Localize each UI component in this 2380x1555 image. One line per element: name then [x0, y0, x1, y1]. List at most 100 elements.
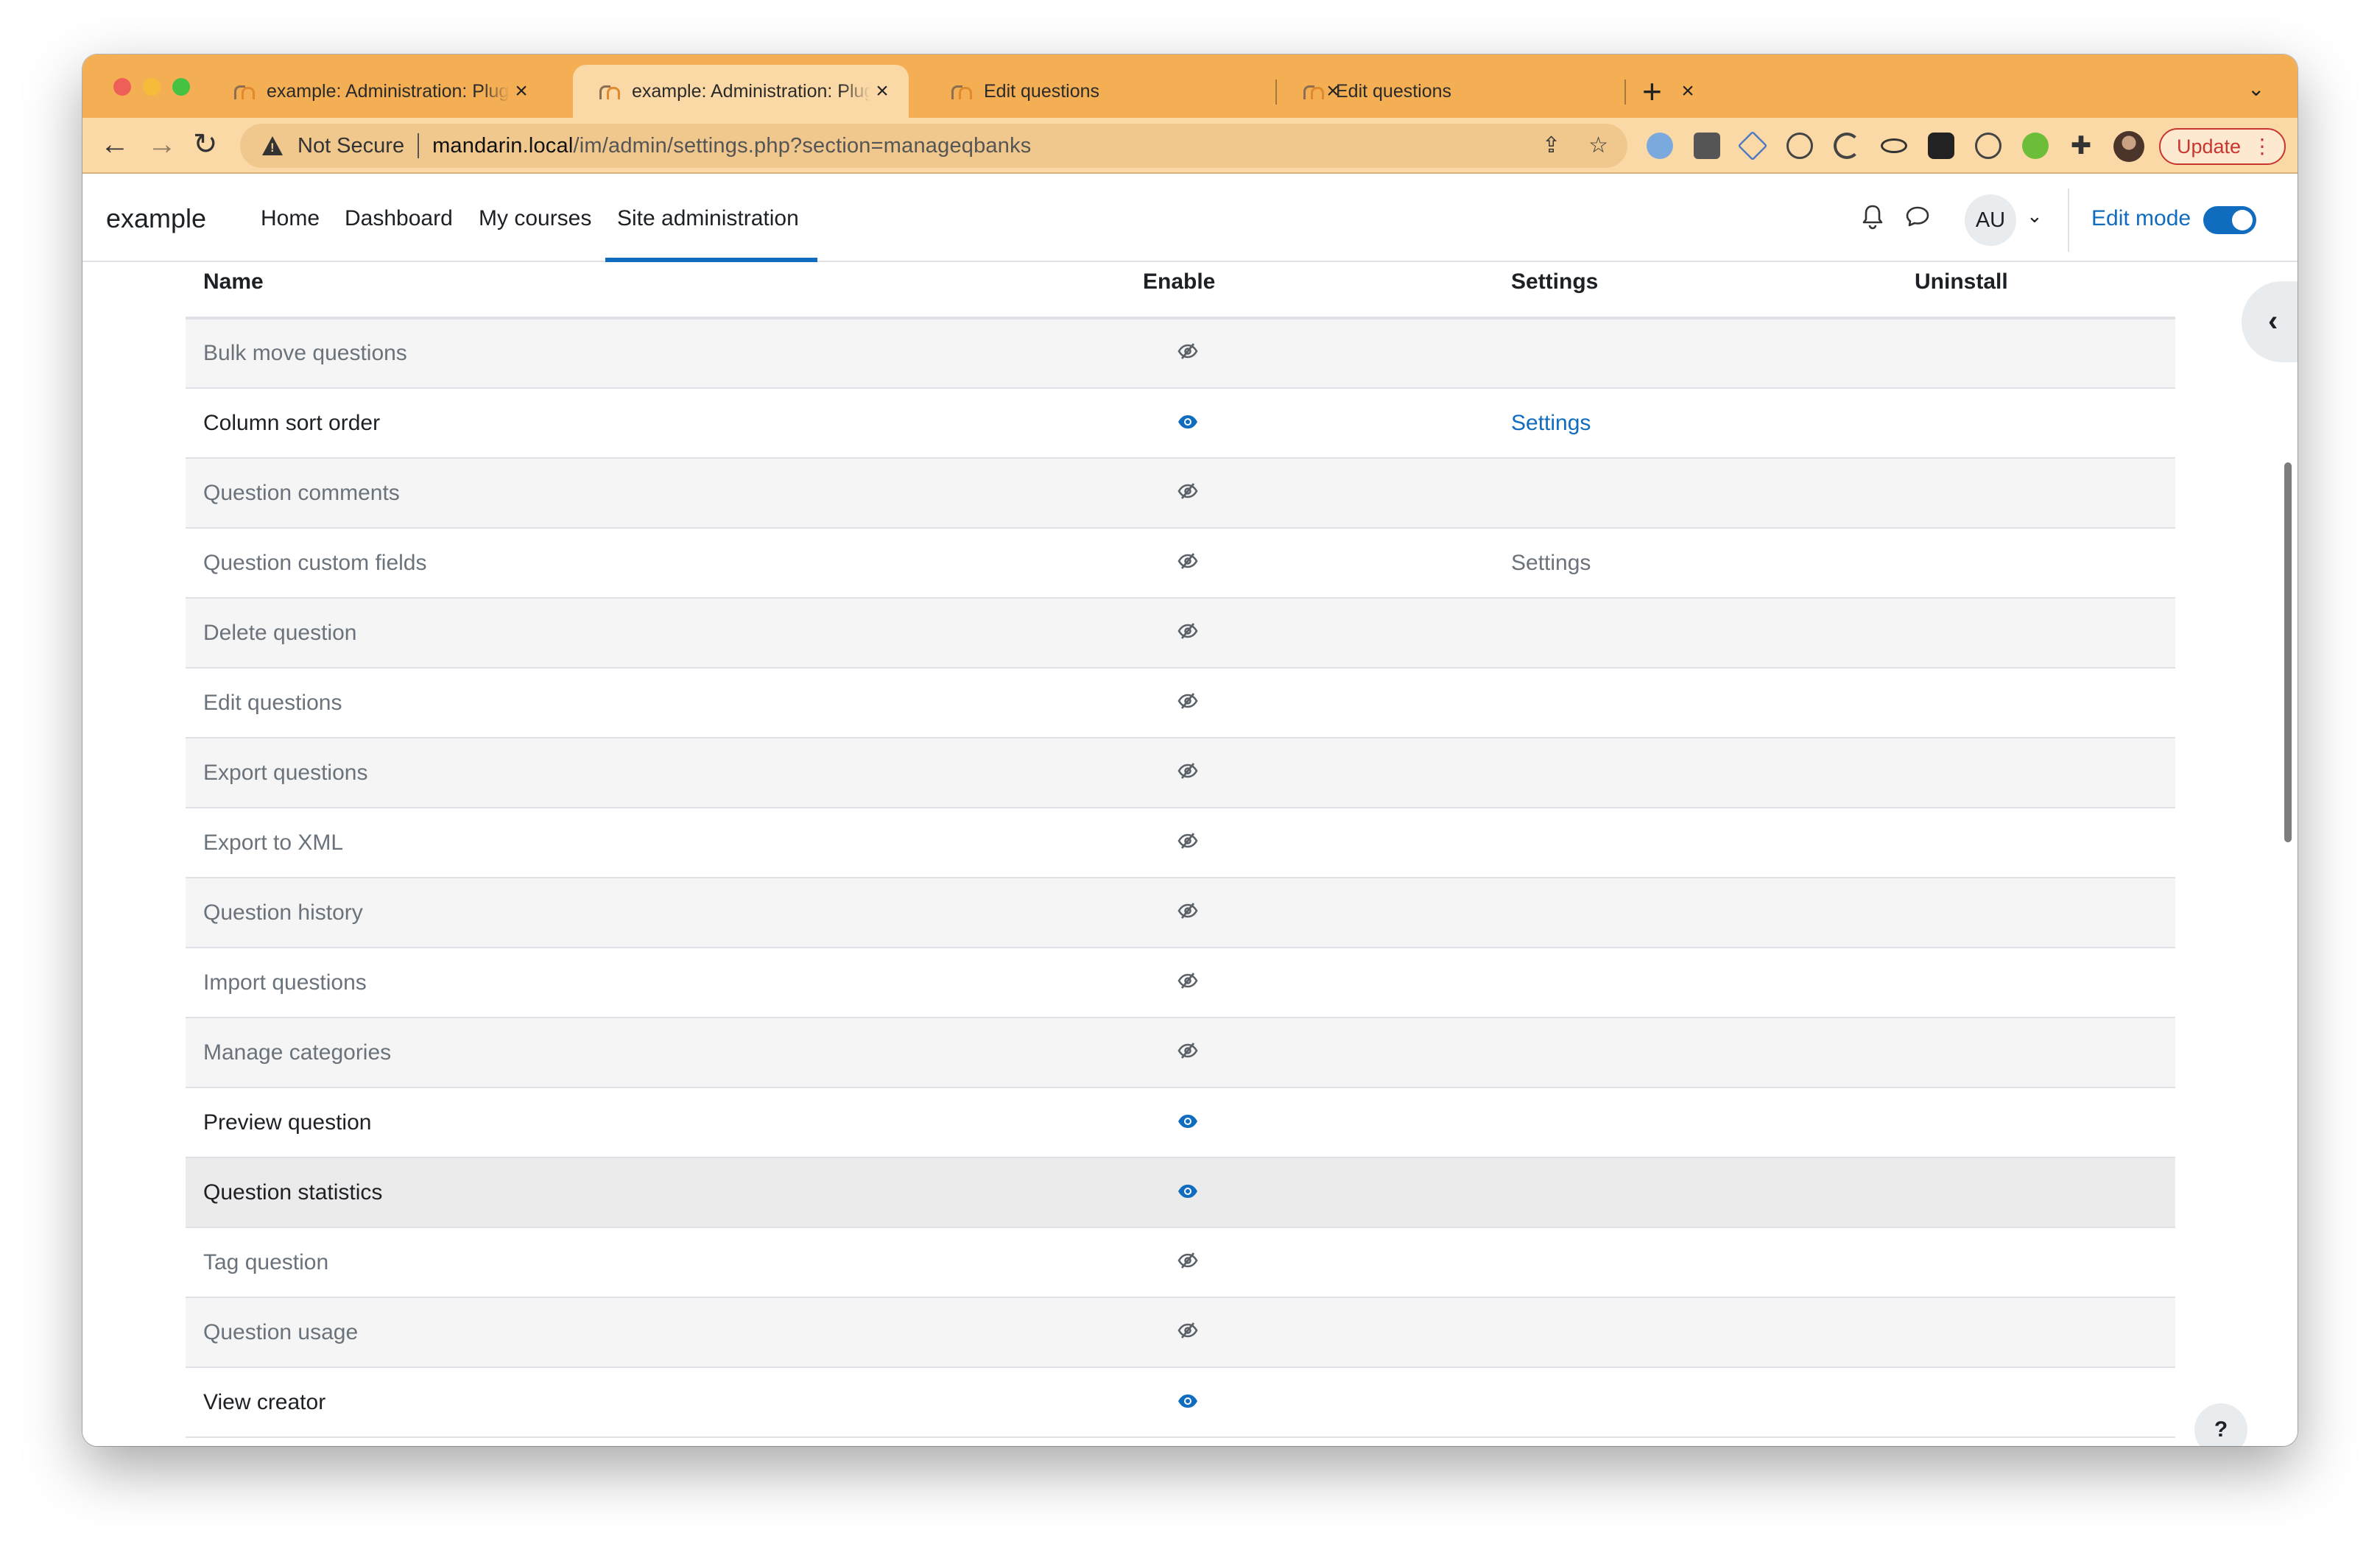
- plugin-name: Column sort order: [186, 388, 1143, 459]
- browser-tab-2-active[interactable]: example: Administration: Plugi ×: [573, 65, 909, 118]
- moodle-favicon-icon: [598, 82, 620, 100]
- eye-icon[interactable]: [1177, 411, 1511, 436]
- tab-close-icon[interactable]: ×: [870, 79, 894, 104]
- column-header-settings: Settings: [1511, 264, 1915, 320]
- eye-slash-icon[interactable]: [1177, 1250, 1511, 1275]
- enable-cell: [1143, 878, 1511, 948]
- maximize-window-button[interactable]: [172, 78, 190, 96]
- eye-slash-icon[interactable]: [1177, 481, 1511, 506]
- tab-close-icon[interactable]: ×: [510, 79, 533, 104]
- back-arrow-icon[interactable]: ←: [100, 127, 130, 162]
- enable-cell: [1143, 528, 1511, 599]
- eye-icon[interactable]: [1177, 1180, 1511, 1205]
- site-brand[interactable]: example: [106, 203, 206, 234]
- tab-search-chevron-icon[interactable]: ⌄: [2247, 77, 2264, 101]
- eye-slash-icon[interactable]: [1177, 970, 1511, 995]
- tab-separator: [1624, 80, 1626, 105]
- eye-slash-icon[interactable]: [1177, 551, 1511, 576]
- enable-cell: [1143, 388, 1511, 459]
- open-drawer-button[interactable]: ‹: [2242, 281, 2298, 362]
- eye-slash-icon[interactable]: [1177, 621, 1511, 646]
- plugin-name: Question custom fields: [186, 528, 1143, 599]
- table-row: Export to XML: [186, 808, 2175, 878]
- nav-item-home[interactable]: Home: [261, 206, 320, 231]
- table-row: Manage categories: [186, 1018, 2175, 1088]
- not-secure-label[interactable]: Not Secure: [298, 134, 404, 158]
- eye-slash-icon[interactable]: [1177, 900, 1511, 925]
- nav-item-my-courses[interactable]: My courses: [479, 206, 591, 231]
- wordpress-extension-icon[interactable]: [1786, 133, 1813, 159]
- enable-cell: [1143, 598, 1511, 669]
- eye-slash-icon[interactable]: [1177, 1040, 1511, 1065]
- plugin-name: Bulk move questions: [186, 318, 1143, 389]
- uninstall-cell: [1915, 1367, 2175, 1438]
- table-row: Question history: [186, 878, 2175, 948]
- active-nav-indicator: [605, 258, 817, 262]
- user-avatar[interactable]: AU: [1965, 194, 2016, 246]
- navbar-divider: [2068, 188, 2069, 252]
- enable-cell: [1143, 1157, 1511, 1228]
- bookmark-star-icon[interactable]: ☆: [1588, 133, 1608, 158]
- uninstall-cell: [1915, 1018, 2175, 1088]
- profile-avatar-icon[interactable]: [2113, 131, 2144, 162]
- extensions-puzzle-icon[interactable]: ✚: [2068, 133, 2094, 159]
- table-header-row: Name Enable Settings Uninstall: [186, 264, 2175, 320]
- edit-mode-toggle[interactable]: [2203, 206, 2256, 234]
- minimize-window-button[interactable]: [143, 78, 161, 96]
- enable-cell: [1143, 1367, 1511, 1438]
- settings-link[interactable]: Settings: [1511, 388, 1915, 459]
- help-button[interactable]: ?: [2194, 1403, 2247, 1446]
- reload-icon[interactable]: ↻: [193, 127, 218, 162]
- plugin-name: Manage categories: [186, 1018, 1143, 1088]
- eye-icon[interactable]: [1177, 1390, 1511, 1415]
- moodle-favicon-icon: [1302, 82, 1324, 100]
- settings-link[interactable]: Settings: [1511, 528, 1915, 599]
- forward-arrow-icon[interactable]: →: [147, 127, 177, 162]
- browser-tab-1[interactable]: example: Administration: Plugi ×: [208, 65, 548, 118]
- extension-refresh-icon[interactable]: [1834, 133, 1860, 159]
- eye-icon[interactable]: [1177, 1110, 1511, 1135]
- extension-gear-icon[interactable]: [2022, 133, 2049, 159]
- table-row: Export questions: [186, 738, 2175, 808]
- user-menu-chevron-down-icon[interactable]: ⌄: [2027, 205, 2043, 228]
- extension-triangle-icon[interactable]: [1737, 130, 1768, 161]
- uninstall-cell: [1915, 458, 2175, 529]
- eye-slash-icon[interactable]: [1177, 691, 1511, 716]
- uninstall-cell: [1915, 528, 2175, 599]
- update-button[interactable]: Update ⋮: [2159, 128, 2286, 165]
- nav-item-site-administration[interactable]: Site administration: [617, 206, 799, 231]
- enable-cell: [1143, 948, 1511, 1018]
- nav-item-dashboard[interactable]: Dashboard: [345, 206, 453, 231]
- tab-close-icon[interactable]: ×: [1676, 79, 1700, 104]
- bitwarden-extension-icon[interactable]: [1694, 133, 1720, 159]
- eye-slash-icon[interactable]: [1177, 761, 1511, 786]
- settings-cell: [1511, 318, 1915, 389]
- extension-dark-icon[interactable]: [1928, 133, 1954, 159]
- settings-cell: [1511, 1157, 1915, 1228]
- eye-slash-icon[interactable]: [1177, 1320, 1511, 1345]
- main-content: Name Enable Settings Uninstall Bulk move…: [82, 264, 2298, 1446]
- chevron-left-icon: ‹: [2268, 305, 2278, 337]
- plugin-name: Tag question: [186, 1227, 1143, 1298]
- eye-extension-icon[interactable]: [1881, 138, 1907, 153]
- new-tab-button[interactable]: +: [1642, 72, 1662, 110]
- table-row: Preview question: [186, 1087, 2175, 1158]
- share-icon[interactable]: ⇪: [1542, 133, 1560, 158]
- notifications-bell-icon[interactable]: [1860, 203, 1885, 230]
- enable-cell: [1143, 1018, 1511, 1088]
- moodle-favicon-icon: [950, 82, 972, 100]
- extension-sync-icon[interactable]: [1975, 133, 2001, 159]
- eye-slash-icon[interactable]: [1177, 831, 1511, 856]
- edit-mode-label[interactable]: Edit mode: [2091, 206, 2191, 231]
- eye-slash-icon[interactable]: [1177, 341, 1511, 366]
- vertical-scrollbar[interactable]: [2284, 462, 2292, 842]
- site-navbar: example Home Dashboard My courses Site a…: [82, 174, 2298, 262]
- table-row: Question statistics: [186, 1157, 2175, 1228]
- url-text[interactable]: mandarin.local/im/admin/settings.php?sec…: [432, 134, 1031, 158]
- extension-icon[interactable]: [1647, 133, 1673, 159]
- uninstall-cell: [1915, 318, 2175, 389]
- close-window-button[interactable]: [113, 78, 131, 96]
- address-bar[interactable]: Not Secure mandarin.local/im/admin/setti…: [240, 124, 1627, 168]
- messages-chat-icon[interactable]: [1904, 203, 1931, 230]
- plugin-name: Export to XML: [186, 808, 1143, 878]
